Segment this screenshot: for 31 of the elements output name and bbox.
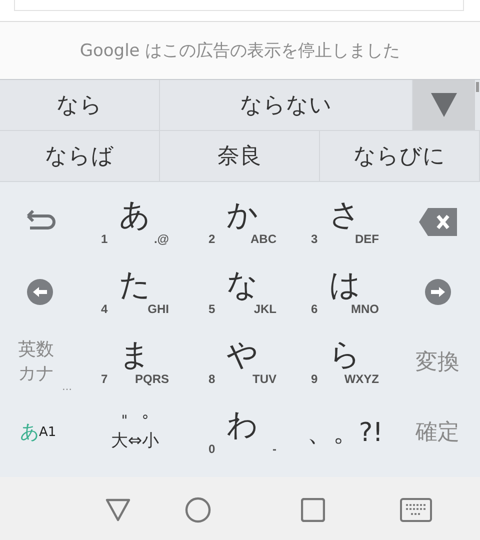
- kana-key[interactable]: な 5 JKL: [208, 268, 276, 316]
- dakuten-key[interactable]: " ° 大⇔小: [80, 397, 190, 467]
- backspace-icon: [418, 208, 456, 236]
- home-button[interactable]: [184, 496, 210, 522]
- home-icon: [184, 496, 210, 522]
- punctuation-key[interactable]: 、。?!: [295, 397, 395, 467]
- expand-button[interactable]: [413, 80, 475, 130]
- text-field[interactable]: [14, 0, 464, 11]
- back-icon: [104, 498, 130, 522]
- kana-key[interactable]: や 8 TUV: [208, 338, 276, 386]
- input-mode-key[interactable]: あA1: [0, 397, 80, 467]
- kana-key[interactable]: は 6 MNO: [311, 268, 379, 316]
- kana-key[interactable]: か 2 ABC: [208, 198, 276, 246]
- kana-key[interactable]: わ 0 -: [208, 408, 276, 456]
- triangle-down-icon: [431, 93, 457, 117]
- kana-key[interactable]: ま 7 PQRS: [101, 338, 169, 386]
- kana-key[interactable]: た 4 GHI: [101, 268, 169, 316]
- kana-key[interactable]: さ 3 DEF: [311, 198, 379, 246]
- kana-key[interactable]: あ 1 .@: [101, 198, 169, 246]
- recents-button[interactable]: [301, 498, 325, 522]
- candidate-word[interactable]: ならば: [0, 131, 160, 181]
- candidate-word[interactable]: 奈良: [160, 131, 320, 181]
- ad-notice: Google はこの広告の表示を停止しました: [80, 40, 400, 62]
- back-button[interactable]: [104, 498, 130, 522]
- candidate-word[interactable]: ならびに: [320, 131, 480, 181]
- keyboard-button[interactable]: [400, 498, 432, 522]
- keyboard-icon: [400, 498, 432, 522]
- scrollbar: [476, 82, 479, 92]
- kana-key[interactable]: ら 9 WXYZ: [311, 338, 379, 386]
- candidate-word[interactable]: なら: [0, 80, 160, 130]
- recents-icon: [301, 498, 325, 522]
